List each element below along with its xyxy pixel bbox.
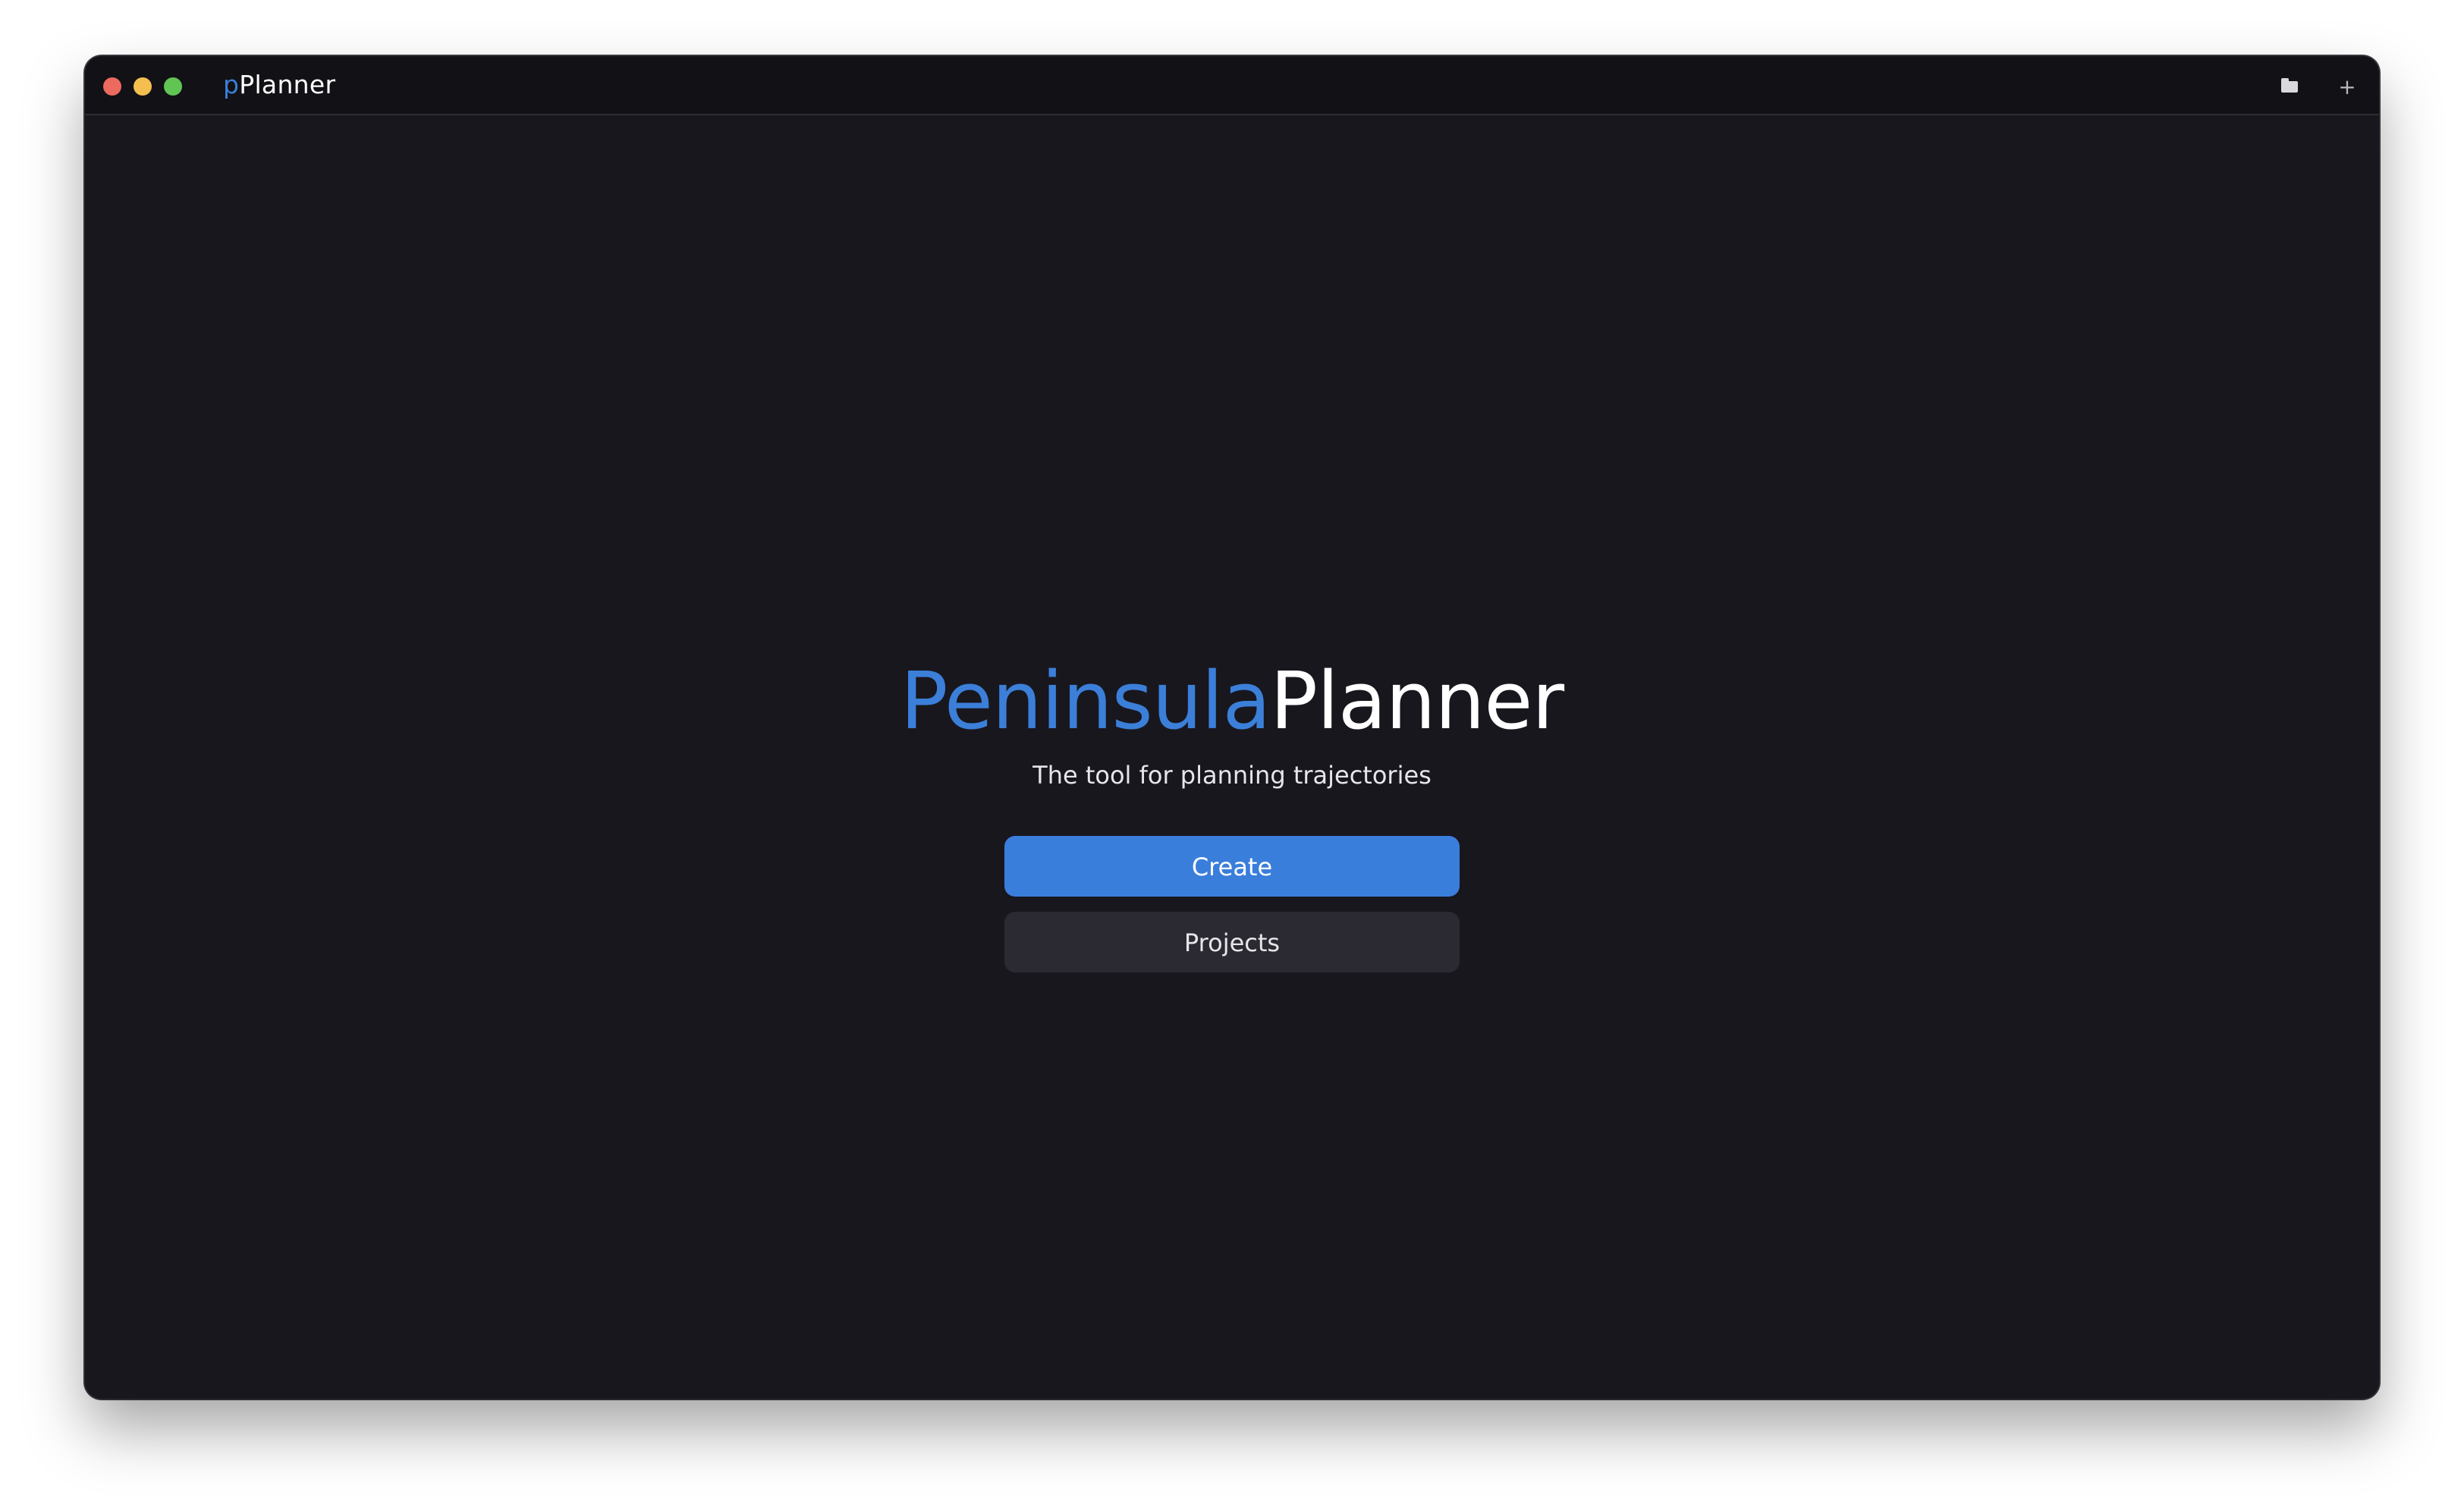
hero-section: PeninsulaPlanner The tool for planning t… [85, 655, 2379, 972]
hero-title: PeninsulaPlanner [85, 655, 2379, 746]
create-button[interactable]: Create [1004, 836, 1460, 897]
app-title-suffix: Planner [239, 70, 336, 99]
new-project-button[interactable]: + [2334, 73, 2361, 100]
hero-title-product: Planner [1270, 655, 1564, 747]
hero-title-brand: Peninsula [900, 655, 1271, 747]
app-window: pPlanner + PeninsulaPlanner The tool for… [85, 56, 2379, 1399]
open-folder-button[interactable] [2276, 73, 2303, 100]
app-title-prefix: p [223, 70, 240, 99]
minimize-window-button[interactable] [134, 77, 152, 96]
projects-button[interactable]: Projects [1004, 912, 1460, 972]
folder-icon [2281, 77, 2298, 93]
maximize-window-button[interactable] [164, 77, 182, 96]
main-content: PeninsulaPlanner The tool for planning t… [85, 115, 2379, 1399]
plus-icon: + [2338, 74, 2356, 99]
app-title: pPlanner [223, 70, 335, 100]
close-window-button[interactable] [103, 77, 121, 96]
title-bar: pPlanner + [85, 56, 2379, 115]
tagline: The tool for planning trajectories [1032, 761, 1432, 790]
